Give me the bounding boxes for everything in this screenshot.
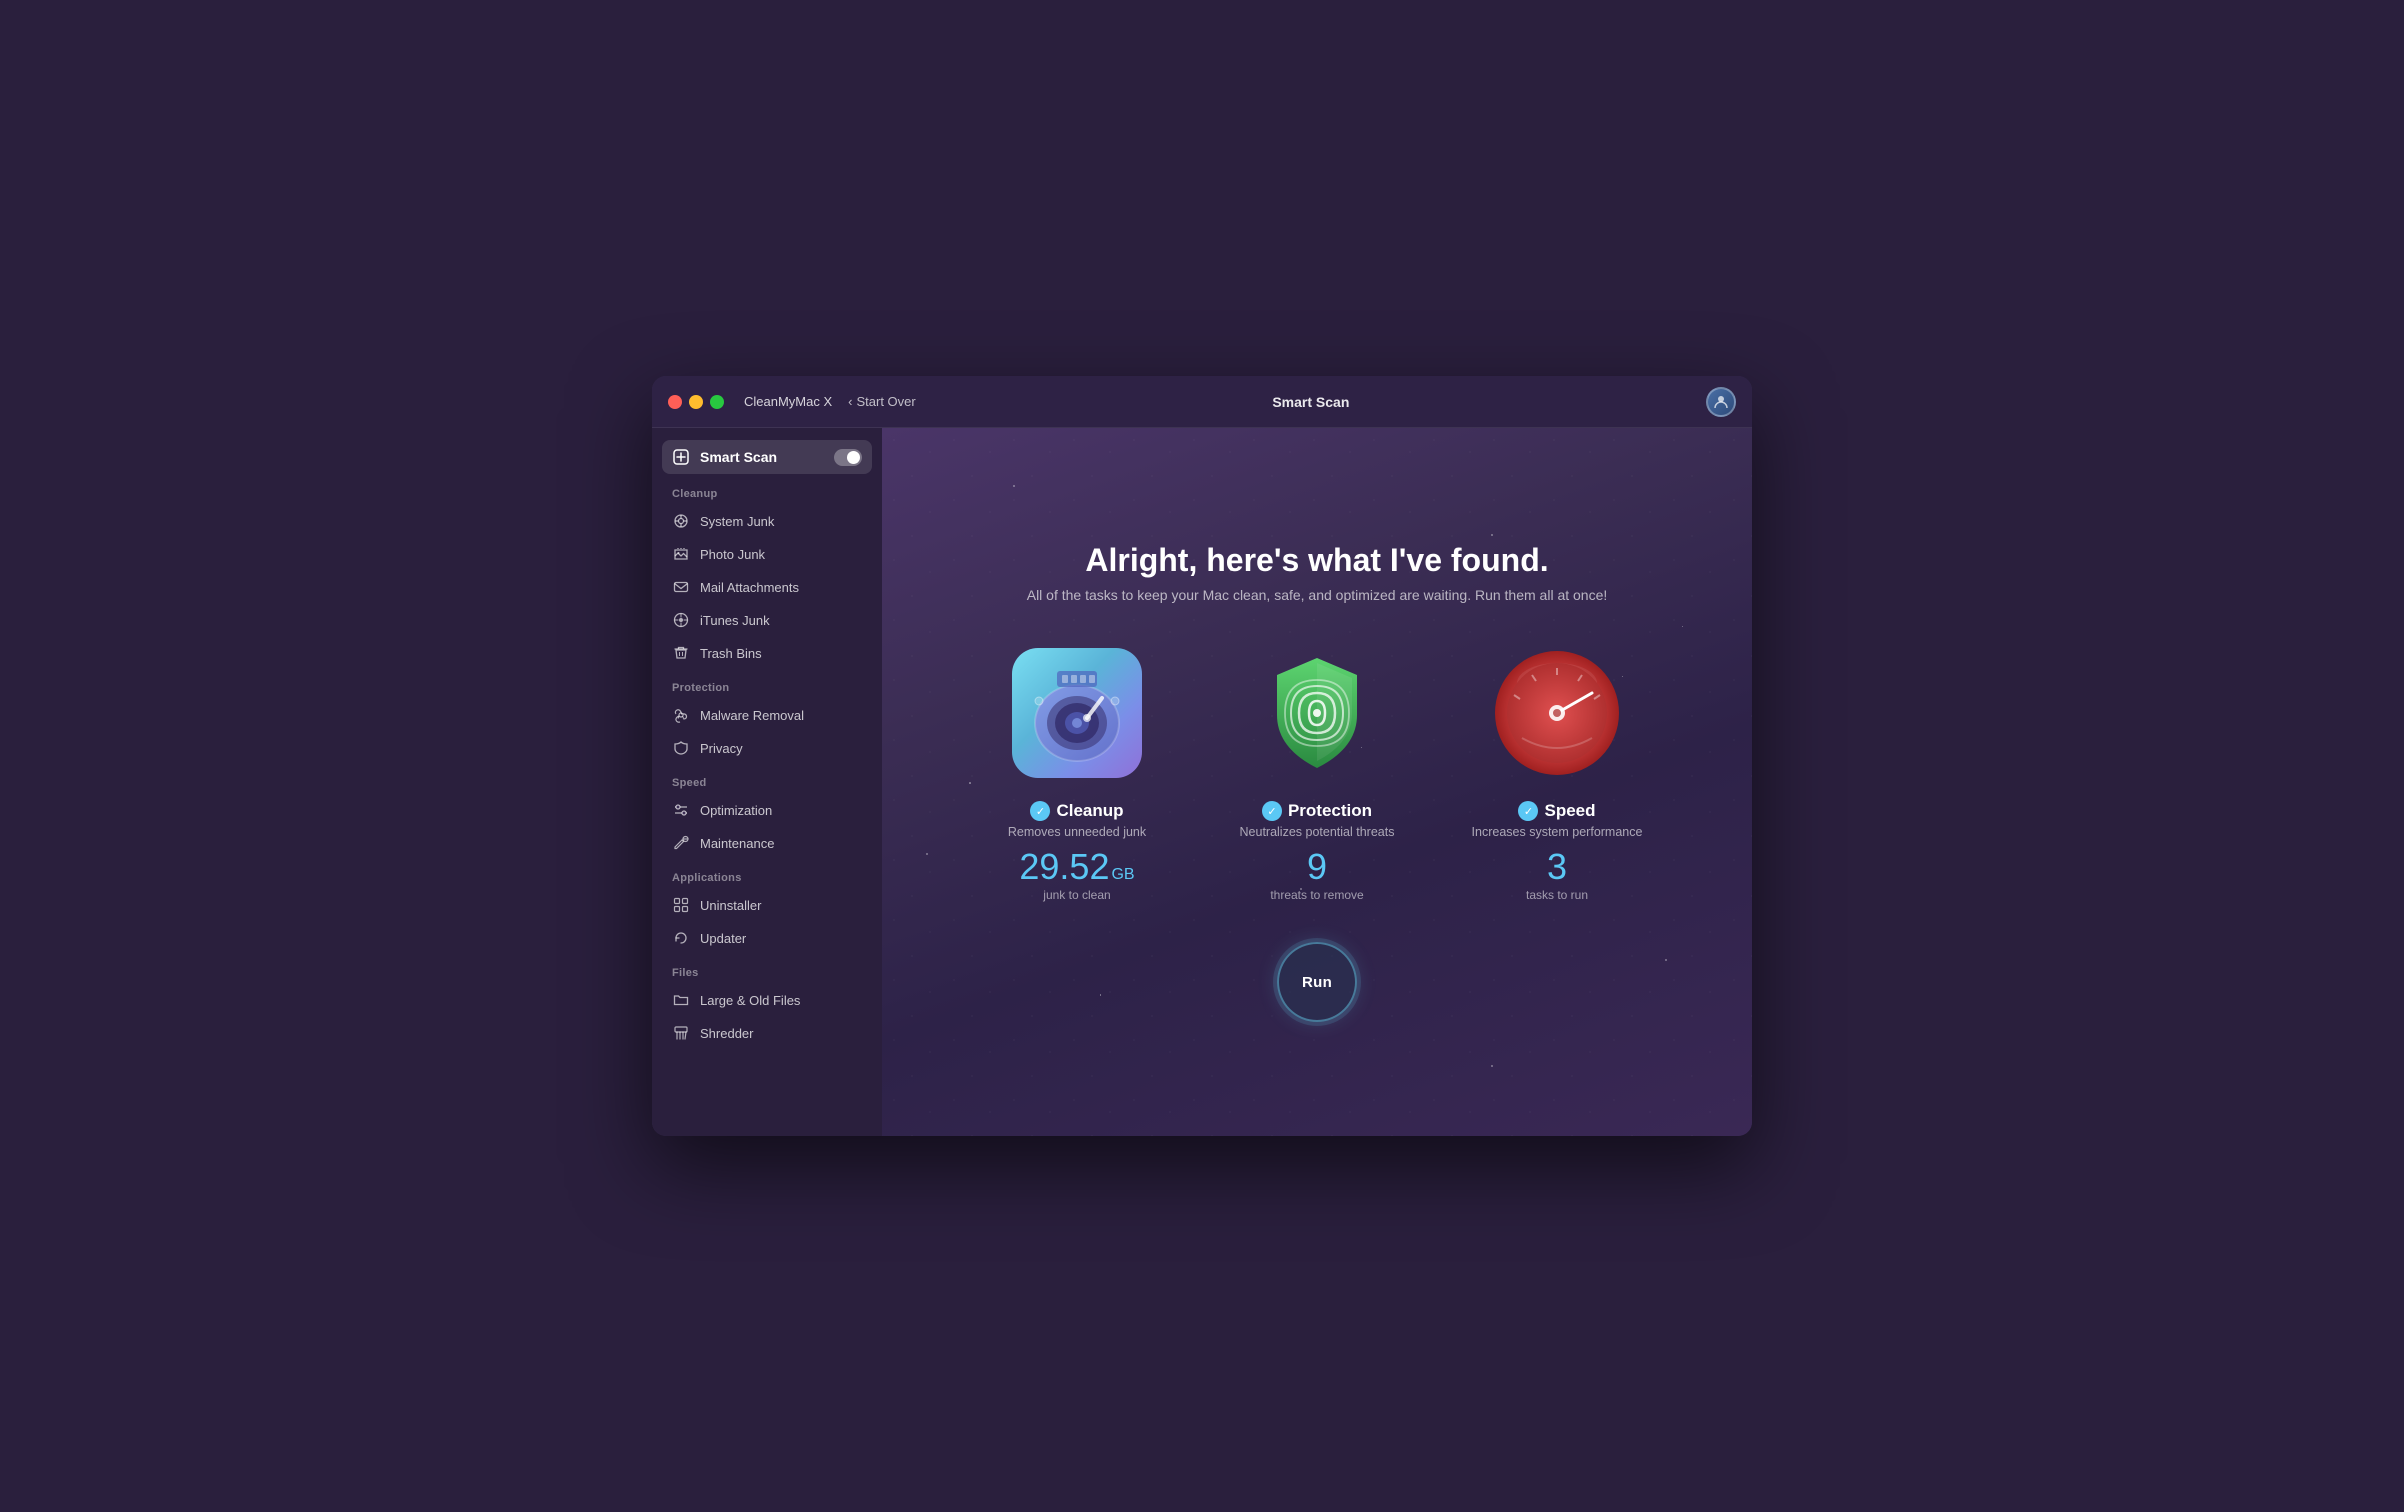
toggle-dot	[847, 451, 860, 464]
cleanup-check-icon: ✓	[1030, 801, 1050, 821]
chevron-left-icon: ‹	[848, 394, 852, 409]
itunes-junk-label: iTunes Junk	[700, 613, 770, 628]
speed-card-desc: Increases system performance	[1472, 825, 1643, 839]
sidebar-item-system-junk[interactable]: System Junk	[662, 505, 872, 537]
cleanup-card-desc: Removes unneeded junk	[1008, 825, 1146, 839]
large-old-files-label: Large & Old Files	[700, 993, 800, 1008]
speed-sub-unit: tasks to run	[1526, 888, 1588, 902]
protection-card-desc: Neutralizes potential threats	[1240, 825, 1395, 839]
sidebar-item-mail-attachments[interactable]: Mail Attachments	[662, 571, 872, 603]
itunes-icon	[672, 611, 690, 629]
close-button[interactable]	[668, 395, 682, 409]
traffic-lights	[668, 395, 724, 409]
sidebar: Smart Scan Cleanup	[652, 428, 882, 1136]
sidebar-item-updater[interactable]: Updater	[662, 922, 872, 954]
smart-scan-label: Smart Scan	[700, 449, 824, 465]
cleanup-value: 29.52	[1019, 849, 1109, 885]
updater-icon	[672, 929, 690, 947]
privacy-icon	[672, 739, 690, 757]
mail-icon	[672, 578, 690, 596]
photo-junk-icon	[672, 545, 690, 563]
system-junk-icon	[672, 512, 690, 530]
biohazard-icon	[672, 706, 690, 724]
optimization-icon	[672, 801, 690, 819]
section-label-cleanup: Cleanup	[652, 476, 882, 504]
minimize-button[interactable]	[689, 395, 703, 409]
cleanup-unit: GB	[1111, 866, 1134, 884]
back-label: Start Over	[856, 394, 915, 409]
sidebar-item-large-old-files[interactable]: Large & Old Files	[662, 984, 872, 1016]
protection-card-icon	[1247, 643, 1387, 783]
privacy-label: Privacy	[700, 741, 743, 756]
speed-check-icon: ✓	[1518, 801, 1538, 821]
speed-value-row: 3	[1547, 849, 1567, 885]
folder-icon	[672, 991, 690, 1009]
speed-card: ✓ Speed Increases system performance 3 t…	[1437, 643, 1677, 902]
protection-value: 9	[1307, 849, 1327, 885]
trash-icon	[672, 644, 690, 662]
cards-container: ✓ Cleanup Removes unneeded junk 29.52 GB…	[902, 643, 1732, 902]
cleanup-card-name: Cleanup	[1056, 801, 1123, 821]
main-subheading: All of the tasks to keep your Mac clean,…	[1027, 587, 1608, 603]
protection-card: ✓ Protection Neutralizes potential threa…	[1197, 643, 1437, 902]
content-area: Smart Scan Cleanup	[652, 428, 1752, 1136]
uninstaller-icon	[672, 896, 690, 914]
maintenance-label: Maintenance	[700, 836, 774, 851]
protection-value-row: 9	[1307, 849, 1327, 885]
speed-card-icon	[1487, 643, 1627, 783]
avatar[interactable]	[1706, 387, 1736, 417]
section-label-speed: Speed	[652, 765, 882, 793]
main-content: Alright, here's what I've found. All of …	[882, 428, 1752, 1136]
sidebar-item-trash-bins[interactable]: Trash Bins	[662, 637, 872, 669]
sidebar-item-smart-scan[interactable]: Smart Scan	[662, 440, 872, 474]
section-label-files: Files	[652, 955, 882, 983]
protection-label-row: ✓ Protection	[1262, 801, 1372, 821]
app-window: CleanMyMac X ‹ Start Over Smart Scan	[652, 376, 1752, 1136]
main-heading: Alright, here's what I've found.	[1085, 542, 1548, 579]
protection-card-name: Protection	[1288, 801, 1372, 821]
malware-removal-label: Malware Removal	[700, 708, 804, 723]
speed-card-name: Speed	[1544, 801, 1595, 821]
run-button[interactable]: Run	[1277, 942, 1357, 1022]
app-name: CleanMyMac X	[744, 394, 832, 409]
shredder-icon	[672, 1024, 690, 1042]
maintenance-icon	[672, 834, 690, 852]
smart-scan-icon	[672, 448, 690, 466]
section-label-applications: Applications	[652, 860, 882, 888]
sidebar-item-maintenance[interactable]: Maintenance	[662, 827, 872, 859]
photo-junk-label: Photo Junk	[700, 547, 765, 562]
section-label-protection: Protection	[652, 670, 882, 698]
sidebar-item-photo-junk[interactable]: Photo Junk	[662, 538, 872, 570]
speed-label-row: ✓ Speed	[1518, 801, 1595, 821]
protection-check-icon: ✓	[1262, 801, 1282, 821]
speed-value: 3	[1547, 849, 1567, 885]
sidebar-item-optimization[interactable]: Optimization	[662, 794, 872, 826]
protection-sub-unit: threats to remove	[1270, 888, 1363, 902]
back-button[interactable]: ‹ Start Over	[848, 394, 916, 409]
titlebar: CleanMyMac X ‹ Start Over Smart Scan	[652, 376, 1752, 428]
sidebar-item-privacy[interactable]: Privacy	[662, 732, 872, 764]
sidebar-item-shredder[interactable]: Shredder	[662, 1017, 872, 1049]
uninstaller-label: Uninstaller	[700, 898, 761, 913]
window-title: Smart Scan	[928, 394, 1694, 410]
fullscreen-button[interactable]	[710, 395, 724, 409]
optimization-label: Optimization	[700, 803, 772, 818]
updater-label: Updater	[700, 931, 746, 946]
trash-bins-label: Trash Bins	[700, 646, 762, 661]
sidebar-item-uninstaller[interactable]: Uninstaller	[662, 889, 872, 921]
system-junk-label: System Junk	[700, 514, 774, 529]
cleanup-value-row: 29.52 GB	[1019, 849, 1134, 885]
sidebar-item-itunes-junk[interactable]: iTunes Junk	[662, 604, 872, 636]
smart-scan-toggle[interactable]	[834, 449, 862, 466]
cleanup-label-row: ✓ Cleanup	[1030, 801, 1123, 821]
shredder-label: Shredder	[700, 1026, 753, 1041]
cleanup-card-icon	[1007, 643, 1147, 783]
cleanup-card: ✓ Cleanup Removes unneeded junk 29.52 GB…	[957, 643, 1197, 902]
sidebar-item-malware-removal[interactable]: Malware Removal	[662, 699, 872, 731]
mail-attachments-label: Mail Attachments	[700, 580, 799, 595]
cleanup-sub-unit: junk to clean	[1043, 888, 1110, 902]
